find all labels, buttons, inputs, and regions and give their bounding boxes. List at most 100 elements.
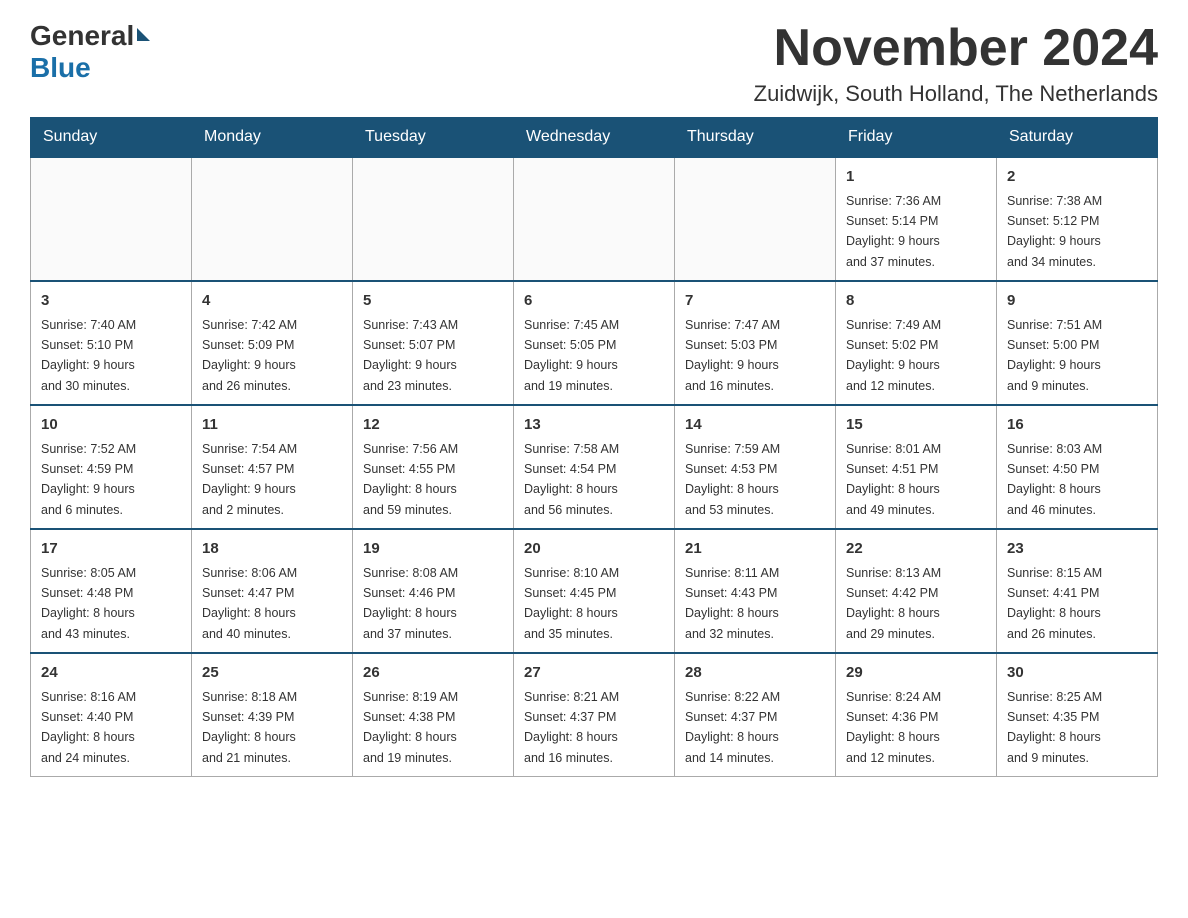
calendar-cell: 6 Sunrise: 7:45 AM Sunset: 5:05 PM Daylig… [514,281,675,405]
calendar-cell: 5 Sunrise: 7:43 AM Sunset: 5:07 PM Daylig… [353,281,514,405]
weekday-header-thursday: Thursday [675,118,836,158]
calendar-cell: 4 Sunrise: 7:42 AM Sunset: 5:09 PM Daylig… [192,281,353,405]
logo-arrow-icon [137,28,150,41]
calendar-cell: 18 Sunrise: 8:06 AM Sunset: 4:47 PM Dayli… [192,529,353,653]
calendar-cell [192,157,353,281]
day-info: Sunrise: 8:05 AM Sunset: 4:48 PM Dayligh… [41,566,136,641]
day-number: 10 [41,414,181,437]
day-info: Sunrise: 7:43 AM Sunset: 5:07 PM Dayligh… [363,318,458,393]
day-info: Sunrise: 7:58 AM Sunset: 4:54 PM Dayligh… [524,442,619,517]
calendar-cell: 10Sunrise: 7:52 AM Sunset: 4:59 PM Dayli… [31,405,192,529]
logo: General Blue [30,20,150,84]
calendar-cell: 30 Sunrise: 8:25 AM Sunset: 4:35 PM Dayli… [997,653,1158,777]
day-number: 14 [685,414,825,437]
day-number: 21 [685,538,825,561]
day-number: 13 [524,414,664,437]
day-number: 15 [846,414,986,437]
calendar-cell [675,157,836,281]
day-number: 29 [846,662,986,685]
day-info: Sunrise: 7:47 AM Sunset: 5:03 PM Dayligh… [685,318,780,393]
day-info: Sunrise: 8:08 AM Sunset: 4:46 PM Dayligh… [363,566,458,641]
day-info: Sunrise: 7:40 AM Sunset: 5:10 PM Dayligh… [41,318,136,393]
day-number: 20 [524,538,664,561]
calendar-week-row: 10Sunrise: 7:52 AM Sunset: 4:59 PM Dayli… [31,405,1158,529]
day-number: 30 [1007,662,1147,685]
day-info: Sunrise: 8:06 AM Sunset: 4:47 PM Dayligh… [202,566,297,641]
calendar-table: SundayMondayTuesdayWednesdayThursdayFrid… [30,117,1158,777]
calendar-cell: 14Sunrise: 7:59 AM Sunset: 4:53 PM Dayli… [675,405,836,529]
day-number: 18 [202,538,342,561]
weekday-header-wednesday: Wednesday [514,118,675,158]
day-number: 8 [846,290,986,313]
day-info: Sunrise: 7:42 AM Sunset: 5:09 PM Dayligh… [202,318,297,393]
day-number: 25 [202,662,342,685]
day-info: Sunrise: 7:45 AM Sunset: 5:05 PM Dayligh… [524,318,619,393]
day-info: Sunrise: 8:24 AM Sunset: 4:36 PM Dayligh… [846,690,941,765]
day-info: Sunrise: 7:38 AM Sunset: 5:12 PM Dayligh… [1007,194,1102,269]
calendar-cell [514,157,675,281]
day-info: Sunrise: 8:25 AM Sunset: 4:35 PM Dayligh… [1007,690,1102,765]
day-number: 6 [524,290,664,313]
weekday-header-sunday: Sunday [31,118,192,158]
calendar-cell: 26 Sunrise: 8:19 AM Sunset: 4:38 PM Dayli… [353,653,514,777]
day-number: 9 [1007,290,1147,313]
day-number: 2 [1007,166,1147,189]
calendar-cell: 16 Sunrise: 8:03 AM Sunset: 4:50 PM Dayli… [997,405,1158,529]
day-info: Sunrise: 7:36 AM Sunset: 5:14 PM Dayligh… [846,194,941,269]
day-info: Sunrise: 8:16 AM Sunset: 4:40 PM Dayligh… [41,690,136,765]
day-info: Sunrise: 8:21 AM Sunset: 4:37 PM Dayligh… [524,690,619,765]
day-info: Sunrise: 8:15 AM Sunset: 4:41 PM Dayligh… [1007,566,1102,641]
calendar-cell: 3Sunrise: 7:40 AM Sunset: 5:10 PM Daylig… [31,281,192,405]
logo-blue: Blue [30,52,91,83]
calendar-cell: 13 Sunrise: 7:58 AM Sunset: 4:54 PM Dayli… [514,405,675,529]
day-number: 12 [363,414,503,437]
calendar-cell [353,157,514,281]
month-year-title: November 2024 [754,20,1158,77]
calendar-cell: 15 Sunrise: 8:01 AM Sunset: 4:51 PM Dayli… [836,405,997,529]
day-number: 17 [41,538,181,561]
calendar-cell: 27 Sunrise: 8:21 AM Sunset: 4:37 PM Dayli… [514,653,675,777]
day-info: Sunrise: 8:11 AM Sunset: 4:43 PM Dayligh… [685,566,779,641]
location-title: Zuidwijk, South Holland, The Netherlands [754,81,1158,107]
calendar-cell: 29 Sunrise: 8:24 AM Sunset: 4:36 PM Dayli… [836,653,997,777]
day-number: 27 [524,662,664,685]
calendar-cell: 8 Sunrise: 7:49 AM Sunset: 5:02 PM Daylig… [836,281,997,405]
calendar-week-row: 17 Sunrise: 8:05 AM Sunset: 4:48 PM Dayli… [31,529,1158,653]
day-number: 28 [685,662,825,685]
day-number: 23 [1007,538,1147,561]
day-info: Sunrise: 8:01 AM Sunset: 4:51 PM Dayligh… [846,442,941,517]
weekday-header-saturday: Saturday [997,118,1158,158]
day-number: 11 [202,414,342,437]
weekday-header-monday: Monday [192,118,353,158]
weekday-header-friday: Friday [836,118,997,158]
calendar-cell: 24 Sunrise: 8:16 AM Sunset: 4:40 PM Dayli… [31,653,192,777]
logo-general: General [30,20,134,52]
day-number: 16 [1007,414,1147,437]
calendar-cell: 11Sunrise: 7:54 AM Sunset: 4:57 PM Dayli… [192,405,353,529]
calendar-cell: 22Sunrise: 8:13 AM Sunset: 4:42 PM Dayli… [836,529,997,653]
page-header: General Blue November 2024 Zuidwijk, Sou… [30,20,1158,107]
calendar-cell: 17 Sunrise: 8:05 AM Sunset: 4:48 PM Dayli… [31,529,192,653]
weekday-header-row: SundayMondayTuesdayWednesdayThursdayFrid… [31,118,1158,158]
calendar-cell: 19Sunrise: 8:08 AM Sunset: 4:46 PM Dayli… [353,529,514,653]
day-number: 24 [41,662,181,685]
calendar-cell [31,157,192,281]
calendar-cell: 28Sunrise: 8:22 AM Sunset: 4:37 PM Dayli… [675,653,836,777]
calendar-cell: 12Sunrise: 7:56 AM Sunset: 4:55 PM Dayli… [353,405,514,529]
calendar-week-row: 3Sunrise: 7:40 AM Sunset: 5:10 PM Daylig… [31,281,1158,405]
day-info: Sunrise: 7:49 AM Sunset: 5:02 PM Dayligh… [846,318,941,393]
calendar-cell: 9Sunrise: 7:51 AM Sunset: 5:00 PM Daylig… [997,281,1158,405]
calendar-week-row: 24 Sunrise: 8:16 AM Sunset: 4:40 PM Dayli… [31,653,1158,777]
day-number: 26 [363,662,503,685]
calendar-cell: 2 Sunrise: 7:38 AM Sunset: 5:12 PM Daylig… [997,157,1158,281]
calendar-cell: 20Sunrise: 8:10 AM Sunset: 4:45 PM Dayli… [514,529,675,653]
day-number: 5 [363,290,503,313]
day-number: 4 [202,290,342,313]
day-info: Sunrise: 8:03 AM Sunset: 4:50 PM Dayligh… [1007,442,1102,517]
day-info: Sunrise: 8:19 AM Sunset: 4:38 PM Dayligh… [363,690,458,765]
day-number: 7 [685,290,825,313]
calendar-cell: 21 Sunrise: 8:11 AM Sunset: 4:43 PM Dayli… [675,529,836,653]
calendar-cell: 25Sunrise: 8:18 AM Sunset: 4:39 PM Dayli… [192,653,353,777]
day-number: 1 [846,166,986,189]
title-section: November 2024 Zuidwijk, South Holland, T… [754,20,1158,107]
